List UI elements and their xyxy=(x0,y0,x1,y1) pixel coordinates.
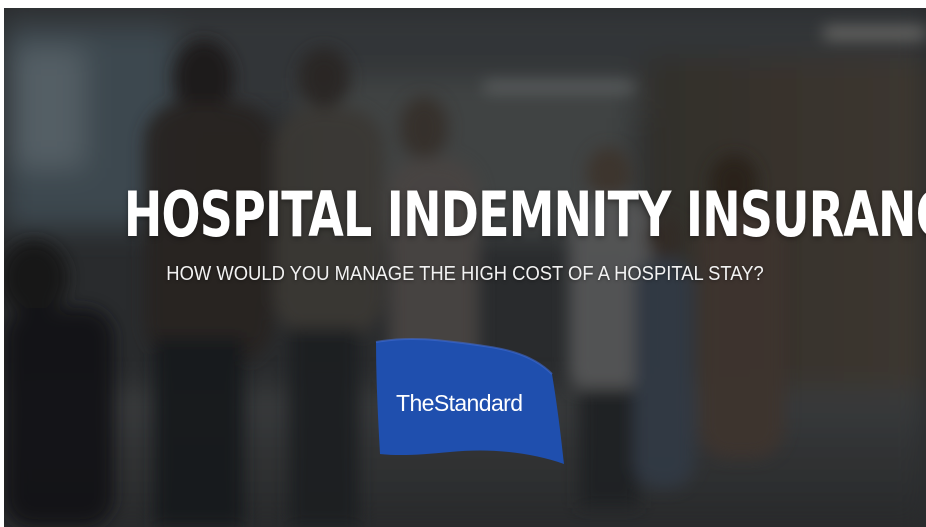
the-standard-logo: TheStandard xyxy=(370,334,566,470)
headline-subtitle: HOW WOULD YOU MANAGE THE HIGH COST OF A … xyxy=(166,263,764,285)
video-frame: HOSPITAL INDEMNITY INSURANCE HOW WOULD Y… xyxy=(0,0,926,527)
logo-wordmark: TheStandard xyxy=(396,390,523,416)
headline-title: HOSPITAL INDEMNITY INSURANCE xyxy=(123,178,926,251)
background-photo: HOSPITAL INDEMNITY INSURANCE HOW WOULD Y… xyxy=(4,8,926,527)
